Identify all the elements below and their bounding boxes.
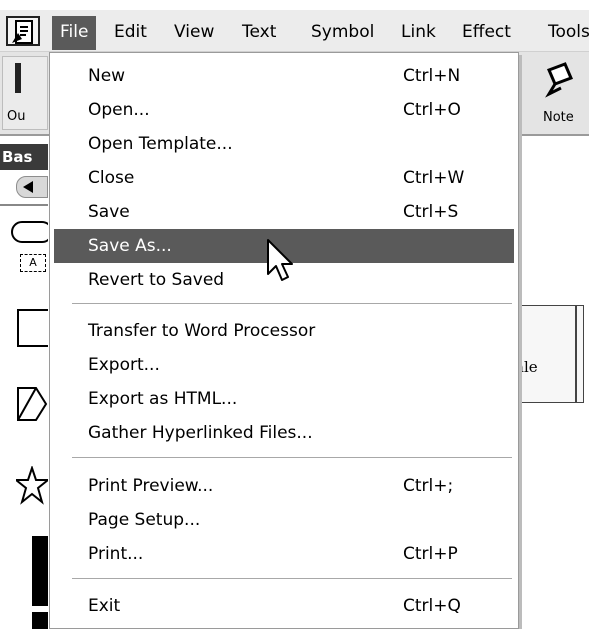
menu-link[interactable]: Link (393, 16, 444, 50)
menu-item-exit[interactable]: Exit Ctrl+Q (54, 589, 514, 623)
menu-item-label: Save As... (88, 236, 172, 256)
outline-icon (15, 63, 21, 93)
menu-item-shortcut: Ctrl+O (403, 100, 461, 120)
palette-divider (0, 204, 48, 206)
menu-item-label: Export... (88, 355, 160, 375)
rectangle-shape-icon[interactable] (16, 308, 48, 348)
menu-separator (72, 303, 512, 305)
menu-item-label: Exit (88, 596, 121, 616)
star-shape-icon[interactable] (16, 466, 48, 506)
menu-item-print-preview[interactable]: Print Preview... Ctrl+; (54, 469, 514, 503)
menu-file[interactable]: File (52, 16, 97, 50)
background-card: ale (508, 305, 584, 403)
app-document-icon[interactable] (6, 16, 40, 46)
menu-item-open-template[interactable]: Open Template... (54, 127, 514, 161)
menu-item-label: Page Setup... (88, 510, 201, 530)
outline-tool-button[interactable]: Ou (2, 56, 48, 130)
menu-symbol[interactable]: Symbol (303, 16, 382, 50)
menu-view[interactable]: View (166, 16, 222, 50)
outline-tool-label: Ou (7, 109, 26, 124)
menu-item-new[interactable]: New Ctrl+N (54, 59, 514, 93)
menu-item-label: Revert to Saved (88, 270, 225, 290)
menu-item-label: Print Preview... (88, 476, 214, 496)
menu-item-label: Close (88, 168, 135, 188)
menu-text[interactable]: Text (234, 16, 284, 50)
menu-item-page-setup[interactable]: Page Setup... (54, 503, 514, 537)
note-tool-button[interactable]: Note (535, 56, 587, 130)
menu-item-label: New (88, 66, 126, 86)
menu-tools[interactable]: Tools (540, 16, 589, 50)
menu-bar: File Edit View Text Symbol Link Effect T… (0, 10, 589, 52)
note-tool-label: Note (543, 110, 574, 125)
file-menu-dropdown: New Ctrl+N Open... Ctrl+O Open Template.… (49, 52, 519, 629)
text-tool-label: A (29, 256, 37, 269)
arrow-shape-icon[interactable] (16, 384, 48, 424)
menu-item-label: Export as HTML... (88, 389, 238, 409)
menu-separator (72, 457, 512, 459)
dark-symbol-icon-2[interactable] (32, 612, 48, 629)
menu-item-label: Open Template... (88, 134, 233, 154)
text-tool-icon[interactable]: A (20, 254, 46, 272)
menu-item-shortcut: Ctrl+Q (403, 596, 461, 616)
card-edge (575, 306, 577, 402)
menu-edit[interactable]: Edit (106, 16, 155, 50)
palette-header: Bas (0, 144, 48, 170)
menu-item-transfer-to-word-processor[interactable]: Transfer to Word Processor (54, 314, 514, 348)
menu-item-label: Save (88, 202, 130, 222)
menu-item-open[interactable]: Open... Ctrl+O (54, 93, 514, 127)
menu-item-shortcut: Ctrl+S (403, 202, 459, 222)
menu-item-close[interactable]: Close Ctrl+W (54, 161, 514, 195)
menu-separator (72, 578, 512, 580)
note-pen-icon (545, 62, 573, 98)
menu-item-save[interactable]: Save Ctrl+S (54, 195, 514, 229)
rounded-shape-icon[interactable] (10, 218, 48, 246)
menu-item-export[interactable]: Export... (54, 348, 514, 382)
mouse-pointer-icon (267, 239, 293, 281)
menu-effect[interactable]: Effect (454, 16, 519, 50)
symbol-palette: Bas A (0, 136, 48, 629)
menu-item-export-as-html[interactable]: Export as HTML... (54, 382, 514, 416)
menu-item-label: Open... (88, 100, 150, 120)
dark-symbol-icon[interactable] (32, 536, 48, 606)
menu-item-shortcut: Ctrl+W (403, 168, 465, 188)
menu-item-label: Transfer to Word Processor (88, 321, 316, 341)
menu-item-gather-hyperlinked-files[interactable]: Gather Hyperlinked Files... (54, 416, 514, 450)
palette-scroll-left-button[interactable] (16, 176, 48, 198)
menu-item-label: Gather Hyperlinked Files... (88, 423, 313, 443)
menu-item-print[interactable]: Print... Ctrl+P (54, 537, 514, 571)
menu-item-shortcut: Ctrl+; (403, 476, 454, 496)
menu-item-shortcut: Ctrl+N (403, 66, 461, 86)
menu-item-label: Print... (88, 544, 144, 564)
menu-item-shortcut: Ctrl+P (403, 544, 458, 564)
